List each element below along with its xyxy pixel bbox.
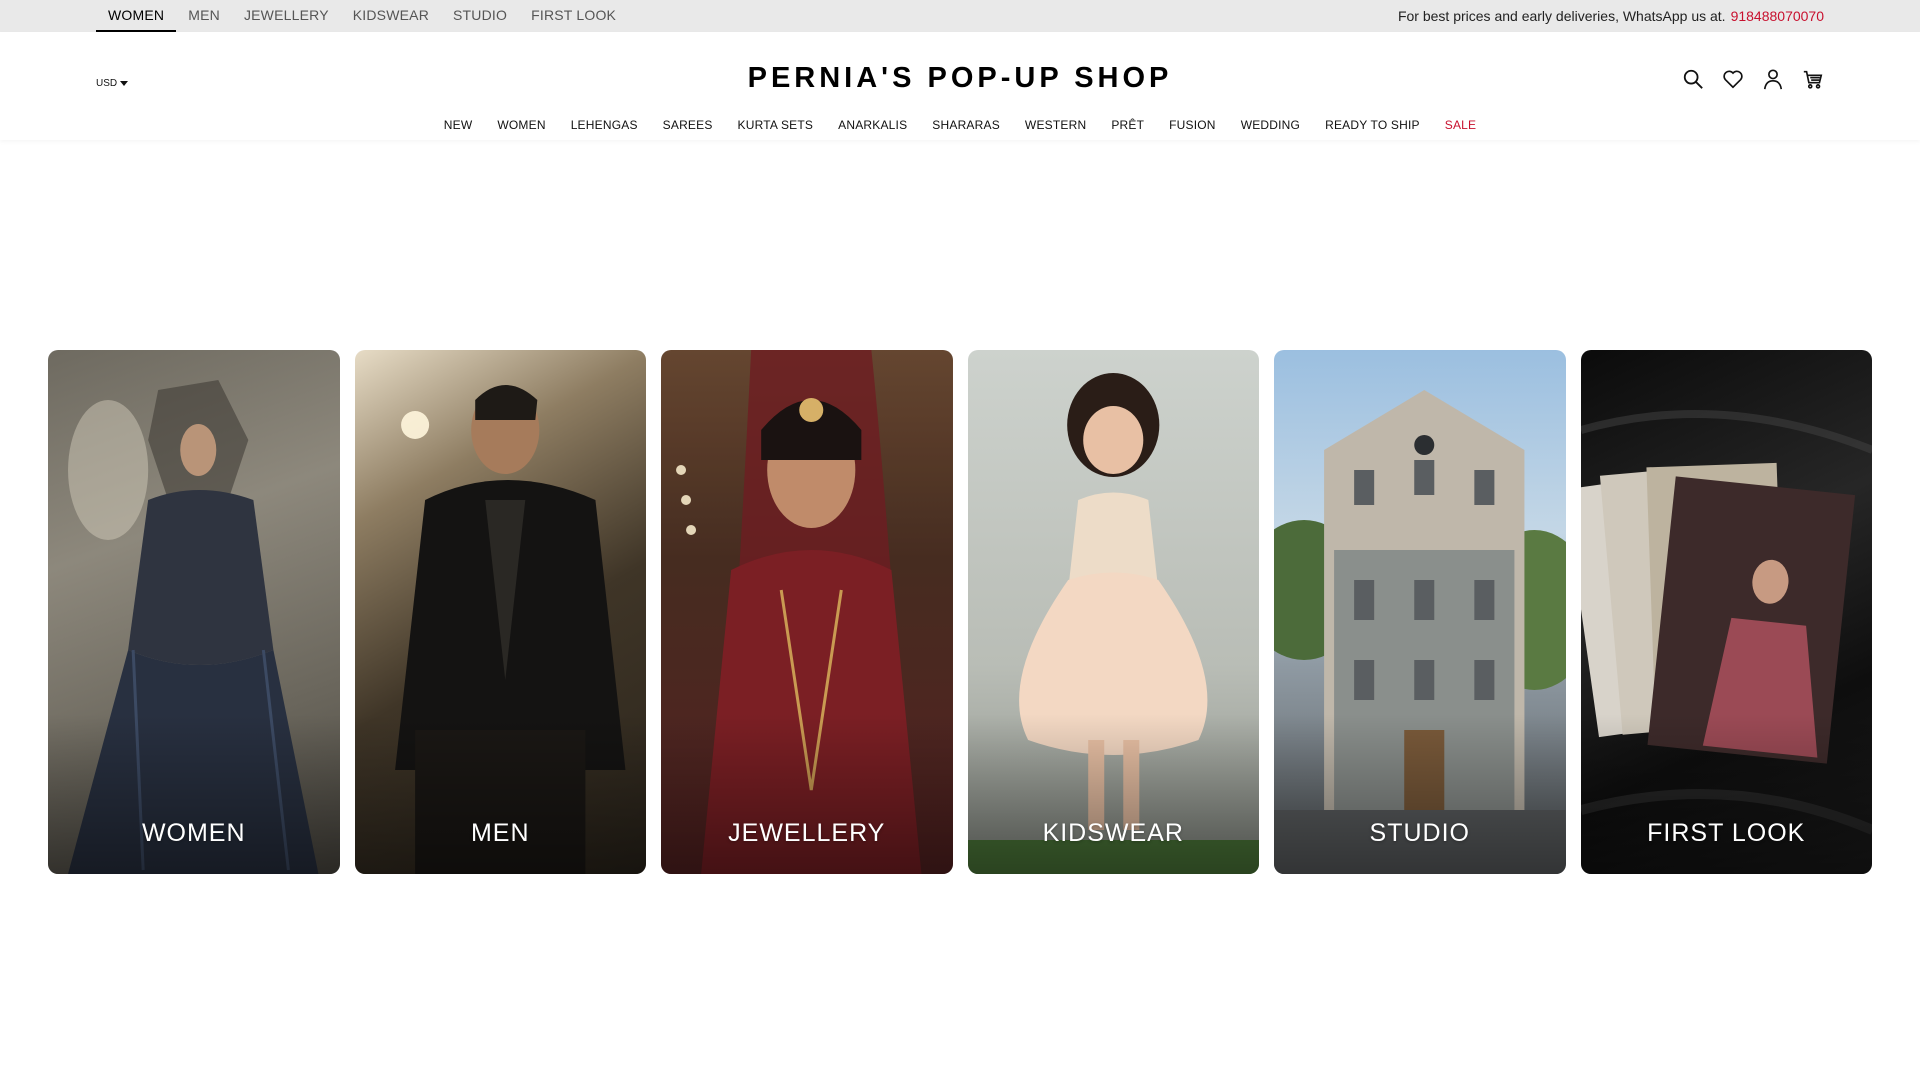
user-icon[interactable]	[1762, 68, 1784, 90]
section-tab-jewellery[interactable]: JEWELLERY	[232, 0, 341, 32]
section-tab-women[interactable]: WOMEN	[96, 0, 177, 32]
section-tab-men[interactable]: MEN	[176, 0, 232, 32]
card-shade	[661, 714, 953, 874]
category-label-first-look: FIRST LOOK	[1647, 819, 1806, 847]
top-utility-bar: WOMEN MEN JEWELLERY KIDSWEAR STUDIO FIRS…	[0, 0, 1920, 32]
nav-item-sale[interactable]: SALE	[1445, 118, 1477, 132]
nav-item-shararas[interactable]: SHARARAS	[932, 118, 1000, 132]
category-cards: WOMEN MEN JEWELLERY KIDSWEAR STUDIO FIRS…	[48, 350, 1872, 874]
nav-item-western[interactable]: WESTERN	[1025, 118, 1086, 132]
nav-item-kurta-sets[interactable]: KURTA SETS	[738, 118, 814, 132]
header-actions	[1682, 68, 1824, 90]
category-card-jewellery[interactable]: JEWELLERY	[661, 350, 953, 874]
nav-item-anarkalis[interactable]: ANARKALIS	[838, 118, 907, 132]
heart-icon[interactable]	[1722, 68, 1744, 90]
section-tab-kidswear[interactable]: KIDSWEAR	[341, 0, 441, 32]
card-shade	[354, 714, 646, 874]
nav-item-fusion[interactable]: FUSION	[1169, 118, 1216, 132]
nav-item-wedding[interactable]: WEDDING	[1241, 118, 1300, 132]
nav-item-lehengas[interactable]: LEHENGAS	[571, 118, 638, 132]
nav-item-ready-to-ship[interactable]: READY TO SHIP	[1325, 118, 1420, 132]
site-header: USD PERNIA'S POP-UP SHOP NEW WOMEN LEHEN…	[0, 32, 1920, 140]
category-label-women: WOMEN	[141, 819, 246, 847]
category-label-studio: STUDIO	[1369, 819, 1470, 847]
site-logo[interactable]: PERNIA'S POP-UP SHOP	[0, 64, 1920, 93]
whatsapp-phone-link[interactable]: 918488070070	[1731, 8, 1824, 24]
card-shade	[1580, 714, 1872, 874]
whatsapp-promo: For best prices and early deliveries, Wh…	[1398, 0, 1824, 32]
section-switcher: WOMEN MEN JEWELLERY KIDSWEAR STUDIO FIRS…	[96, 0, 628, 32]
search-icon[interactable]	[1682, 68, 1704, 90]
category-label-jewellery: JEWELLERY	[728, 819, 886, 847]
section-tab-first-look[interactable]: FIRST LOOK	[519, 0, 628, 32]
category-label-kidswear: KIDSWEAR	[1042, 819, 1184, 847]
category-card-studio[interactable]: STUDIO	[1274, 350, 1566, 874]
promo-text: For best prices and early deliveries, Wh…	[1397, 8, 1726, 24]
category-card-first-look[interactable]: FIRST LOOK	[1580, 350, 1872, 874]
section-tab-studio[interactable]: STUDIO	[441, 0, 519, 32]
card-shade	[967, 714, 1259, 874]
card-shade	[1274, 714, 1566, 874]
category-card-women[interactable]: WOMEN	[48, 350, 340, 874]
main-category-nav: NEW WOMEN LEHENGAS SAREES KURTA SETS ANA…	[0, 118, 1920, 132]
nav-item-new[interactable]: NEW	[444, 118, 473, 132]
card-shade	[48, 714, 340, 874]
category-card-kidswear[interactable]: KIDSWEAR	[967, 350, 1259, 874]
nav-item-sarees[interactable]: SAREES	[663, 118, 713, 132]
category-card-men[interactable]: MEN	[354, 350, 646, 874]
category-label-men: MEN	[470, 819, 530, 847]
nav-item-women[interactable]: WOMEN	[497, 118, 545, 132]
nav-item-pret[interactable]: PRÊT	[1111, 118, 1144, 132]
cart-icon[interactable]	[1802, 68, 1824, 90]
